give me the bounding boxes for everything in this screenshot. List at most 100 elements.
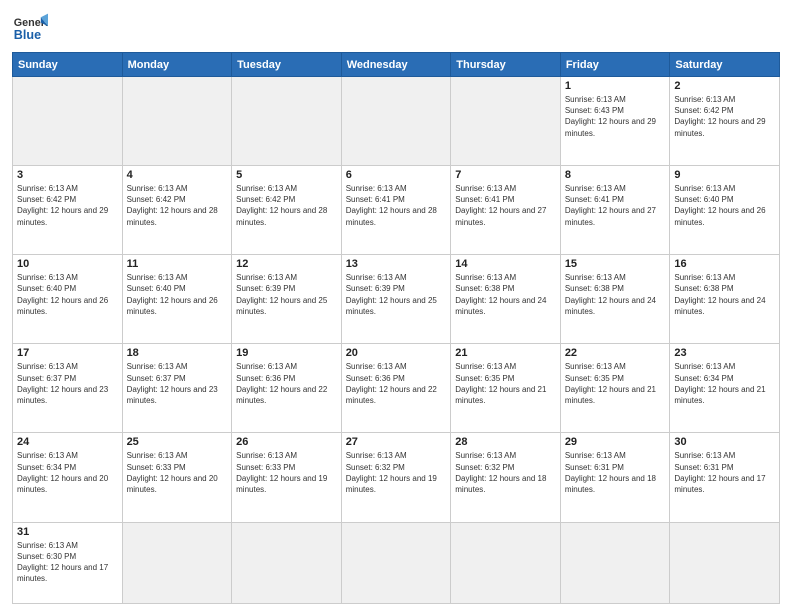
day-info: Sunrise: 6:13 AMSunset: 6:30 PMDaylight:…: [17, 540, 118, 585]
day-number: 3: [17, 169, 118, 181]
day-number: 4: [127, 169, 228, 181]
calendar-week-row: 31 Sunrise: 6:13 AMSunset: 6:30 PMDayligh…: [13, 522, 780, 603]
calendar-week-row: 3 Sunrise: 6:13 AMSunset: 6:42 PMDaylight…: [13, 166, 780, 255]
calendar-cell: [122, 77, 232, 166]
calendar-cell: 3Sunrise: 6:13 AMSunset: 6:42 PMDaylight…: [13, 166, 123, 255]
day-info: Sunrise: 6:13 AMSunset: 6:38 PMDaylight:…: [455, 272, 556, 317]
weekday-header-saturday: Saturday: [670, 53, 780, 77]
calendar-cell: 15Sunrise: 6:13 AMSunset: 6:38 PMDayligh…: [560, 255, 670, 344]
day-info: Sunrise: 6:13 AMSunset: 6:32 PMDaylight:…: [455, 450, 556, 495]
calendar-cell: [341, 77, 451, 166]
day-info: Sunrise: 6:13 AMSunset: 6:40 PMDaylight:…: [17, 272, 118, 317]
calendar-cell: 11 Sunrise: 6:13 AMSunset: 6:40 PMDayligh…: [122, 255, 232, 344]
day-info: Sunrise: 6:13 AMSunset: 6:43 PMDaylight:…: [565, 94, 666, 139]
day-number: 8: [565, 169, 666, 181]
calendar-cell: 4Sunrise: 6:13 AMSunset: 6:42 PMDaylight…: [122, 166, 232, 255]
day-number: 27: [346, 436, 447, 448]
day-number: 11: [127, 258, 228, 270]
calendar-table: SundayMondayTuesdayWednesdayThursdayFrid…: [12, 52, 780, 604]
calendar-week-row: 1 Sunrise: 6:13 AMSunset: 6:43 PMDaylight…: [13, 77, 780, 166]
day-number: 31: [17, 526, 118, 538]
calendar-cell: 29 Sunrise: 6:13 AMSunset: 6:31 PMDayligh…: [560, 433, 670, 522]
calendar-cell: 23 Sunrise: 6:13 AMSunset: 6:34 PMDayligh…: [670, 344, 780, 433]
generalblue-logo-icon: General Blue: [12, 10, 48, 46]
day-info: Sunrise: 6:13 AMSunset: 6:41 PMDaylight:…: [346, 183, 447, 228]
day-number: 18: [127, 347, 228, 359]
calendar-cell: 7Sunrise: 6:13 AMSunset: 6:41 PMDaylight…: [451, 166, 561, 255]
weekday-header-sunday: Sunday: [13, 53, 123, 77]
calendar-cell: [122, 522, 232, 603]
day-info: Sunrise: 6:13 AMSunset: 6:36 PMDaylight:…: [236, 361, 337, 406]
calendar-cell: 10 Sunrise: 6:13 AMSunset: 6:40 PMDayligh…: [13, 255, 123, 344]
calendar-cell: 12Sunrise: 6:13 AMSunset: 6:39 PMDayligh…: [232, 255, 342, 344]
calendar-cell: 1 Sunrise: 6:13 AMSunset: 6:43 PMDaylight…: [560, 77, 670, 166]
day-info: Sunrise: 6:13 AMSunset: 6:37 PMDaylight:…: [127, 361, 228, 406]
day-number: 29: [565, 436, 666, 448]
calendar-week-row: 17Sunrise: 6:13 AMSunset: 6:37 PMDayligh…: [13, 344, 780, 433]
calendar-cell: 30 Sunrise: 6:13 AMSunset: 6:31 PMDayligh…: [670, 433, 780, 522]
svg-text:Blue: Blue: [14, 28, 41, 42]
day-number: 22: [565, 347, 666, 359]
calendar-cell: 26Sunrise: 6:13 AMSunset: 6:33 PMDayligh…: [232, 433, 342, 522]
day-info: Sunrise: 6:13 AMSunset: 6:40 PMDaylight:…: [674, 183, 775, 228]
day-info: Sunrise: 6:13 AMSunset: 6:32 PMDaylight:…: [346, 450, 447, 495]
day-number: 10: [17, 258, 118, 270]
day-number: 20: [346, 347, 447, 359]
day-info: Sunrise: 6:13 AMSunset: 6:38 PMDaylight:…: [565, 272, 666, 317]
calendar-cell: 16 Sunrise: 6:13 AMSunset: 6:38 PMDayligh…: [670, 255, 780, 344]
calendar-cell: [560, 522, 670, 603]
calendar-cell: 6Sunrise: 6:13 AMSunset: 6:41 PMDaylight…: [341, 166, 451, 255]
calendar-cell: 27 Sunrise: 6:13 AMSunset: 6:32 PMDayligh…: [341, 433, 451, 522]
calendar-cell: 17Sunrise: 6:13 AMSunset: 6:37 PMDayligh…: [13, 344, 123, 433]
day-number: 21: [455, 347, 556, 359]
weekday-header-row: SundayMondayTuesdayWednesdayThursdayFrid…: [13, 53, 780, 77]
calendar-cell: [341, 522, 451, 603]
calendar-cell: 24 Sunrise: 6:13 AMSunset: 6:34 PMDayligh…: [13, 433, 123, 522]
day-number: 2: [674, 80, 775, 92]
calendar-cell: [232, 77, 342, 166]
weekday-header-tuesday: Tuesday: [232, 53, 342, 77]
day-number: 24: [17, 436, 118, 448]
calendar-cell: 22 Sunrise: 6:13 AMSunset: 6:35 PMDayligh…: [560, 344, 670, 433]
calendar-cell: 13Sunrise: 6:13 AMSunset: 6:39 PMDayligh…: [341, 255, 451, 344]
page: General Blue SundayMondayTuesdayWednesda…: [0, 0, 792, 612]
day-info: Sunrise: 6:13 AMSunset: 6:42 PMDaylight:…: [674, 94, 775, 139]
calendar-cell: 8 Sunrise: 6:13 AMSunset: 6:41 PMDaylight…: [560, 166, 670, 255]
day-info: Sunrise: 6:13 AMSunset: 6:35 PMDaylight:…: [455, 361, 556, 406]
calendar-week-row: 10 Sunrise: 6:13 AMSunset: 6:40 PMDayligh…: [13, 255, 780, 344]
weekday-header-monday: Monday: [122, 53, 232, 77]
calendar-cell: 31 Sunrise: 6:13 AMSunset: 6:30 PMDayligh…: [13, 522, 123, 603]
day-info: Sunrise: 6:13 AMSunset: 6:41 PMDaylight:…: [565, 183, 666, 228]
day-info: Sunrise: 6:13 AMSunset: 6:37 PMDaylight:…: [17, 361, 118, 406]
calendar-cell: 20 Sunrise: 6:13 AMSunset: 6:36 PMDayligh…: [341, 344, 451, 433]
calendar-cell: 14Sunrise: 6:13 AMSunset: 6:38 PMDayligh…: [451, 255, 561, 344]
calendar-cell: 25Sunrise: 6:13 AMSunset: 6:33 PMDayligh…: [122, 433, 232, 522]
calendar-cell: [451, 522, 561, 603]
day-number: 19: [236, 347, 337, 359]
day-info: Sunrise: 6:13 AMSunset: 6:33 PMDaylight:…: [236, 450, 337, 495]
day-info: Sunrise: 6:13 AMSunset: 6:42 PMDaylight:…: [236, 183, 337, 228]
day-info: Sunrise: 6:13 AMSunset: 6:31 PMDaylight:…: [565, 450, 666, 495]
day-info: Sunrise: 6:13 AMSunset: 6:34 PMDaylight:…: [17, 450, 118, 495]
day-info: Sunrise: 6:13 AMSunset: 6:34 PMDaylight:…: [674, 361, 775, 406]
day-number: 12: [236, 258, 337, 270]
day-info: Sunrise: 6:13 AMSunset: 6:38 PMDaylight:…: [674, 272, 775, 317]
day-number: 28: [455, 436, 556, 448]
day-info: Sunrise: 6:13 AMSunset: 6:40 PMDaylight:…: [127, 272, 228, 317]
calendar-cell: [13, 77, 123, 166]
day-number: 1: [565, 80, 666, 92]
calendar-cell: 5Sunrise: 6:13 AMSunset: 6:42 PMDaylight…: [232, 166, 342, 255]
calendar-cell: 28 Sunrise: 6:13 AMSunset: 6:32 PMDayligh…: [451, 433, 561, 522]
weekday-header-friday: Friday: [560, 53, 670, 77]
day-info: Sunrise: 6:13 AMSunset: 6:35 PMDaylight:…: [565, 361, 666, 406]
day-number: 25: [127, 436, 228, 448]
day-info: Sunrise: 6:13 AMSunset: 6:36 PMDaylight:…: [346, 361, 447, 406]
day-number: 7: [455, 169, 556, 181]
calendar-cell: 2 Sunrise: 6:13 AMSunset: 6:42 PMDaylight…: [670, 77, 780, 166]
day-number: 16: [674, 258, 775, 270]
day-number: 9: [674, 169, 775, 181]
calendar-cell: [451, 77, 561, 166]
day-info: Sunrise: 6:13 AMSunset: 6:31 PMDaylight:…: [674, 450, 775, 495]
day-number: 23: [674, 347, 775, 359]
day-number: 30: [674, 436, 775, 448]
